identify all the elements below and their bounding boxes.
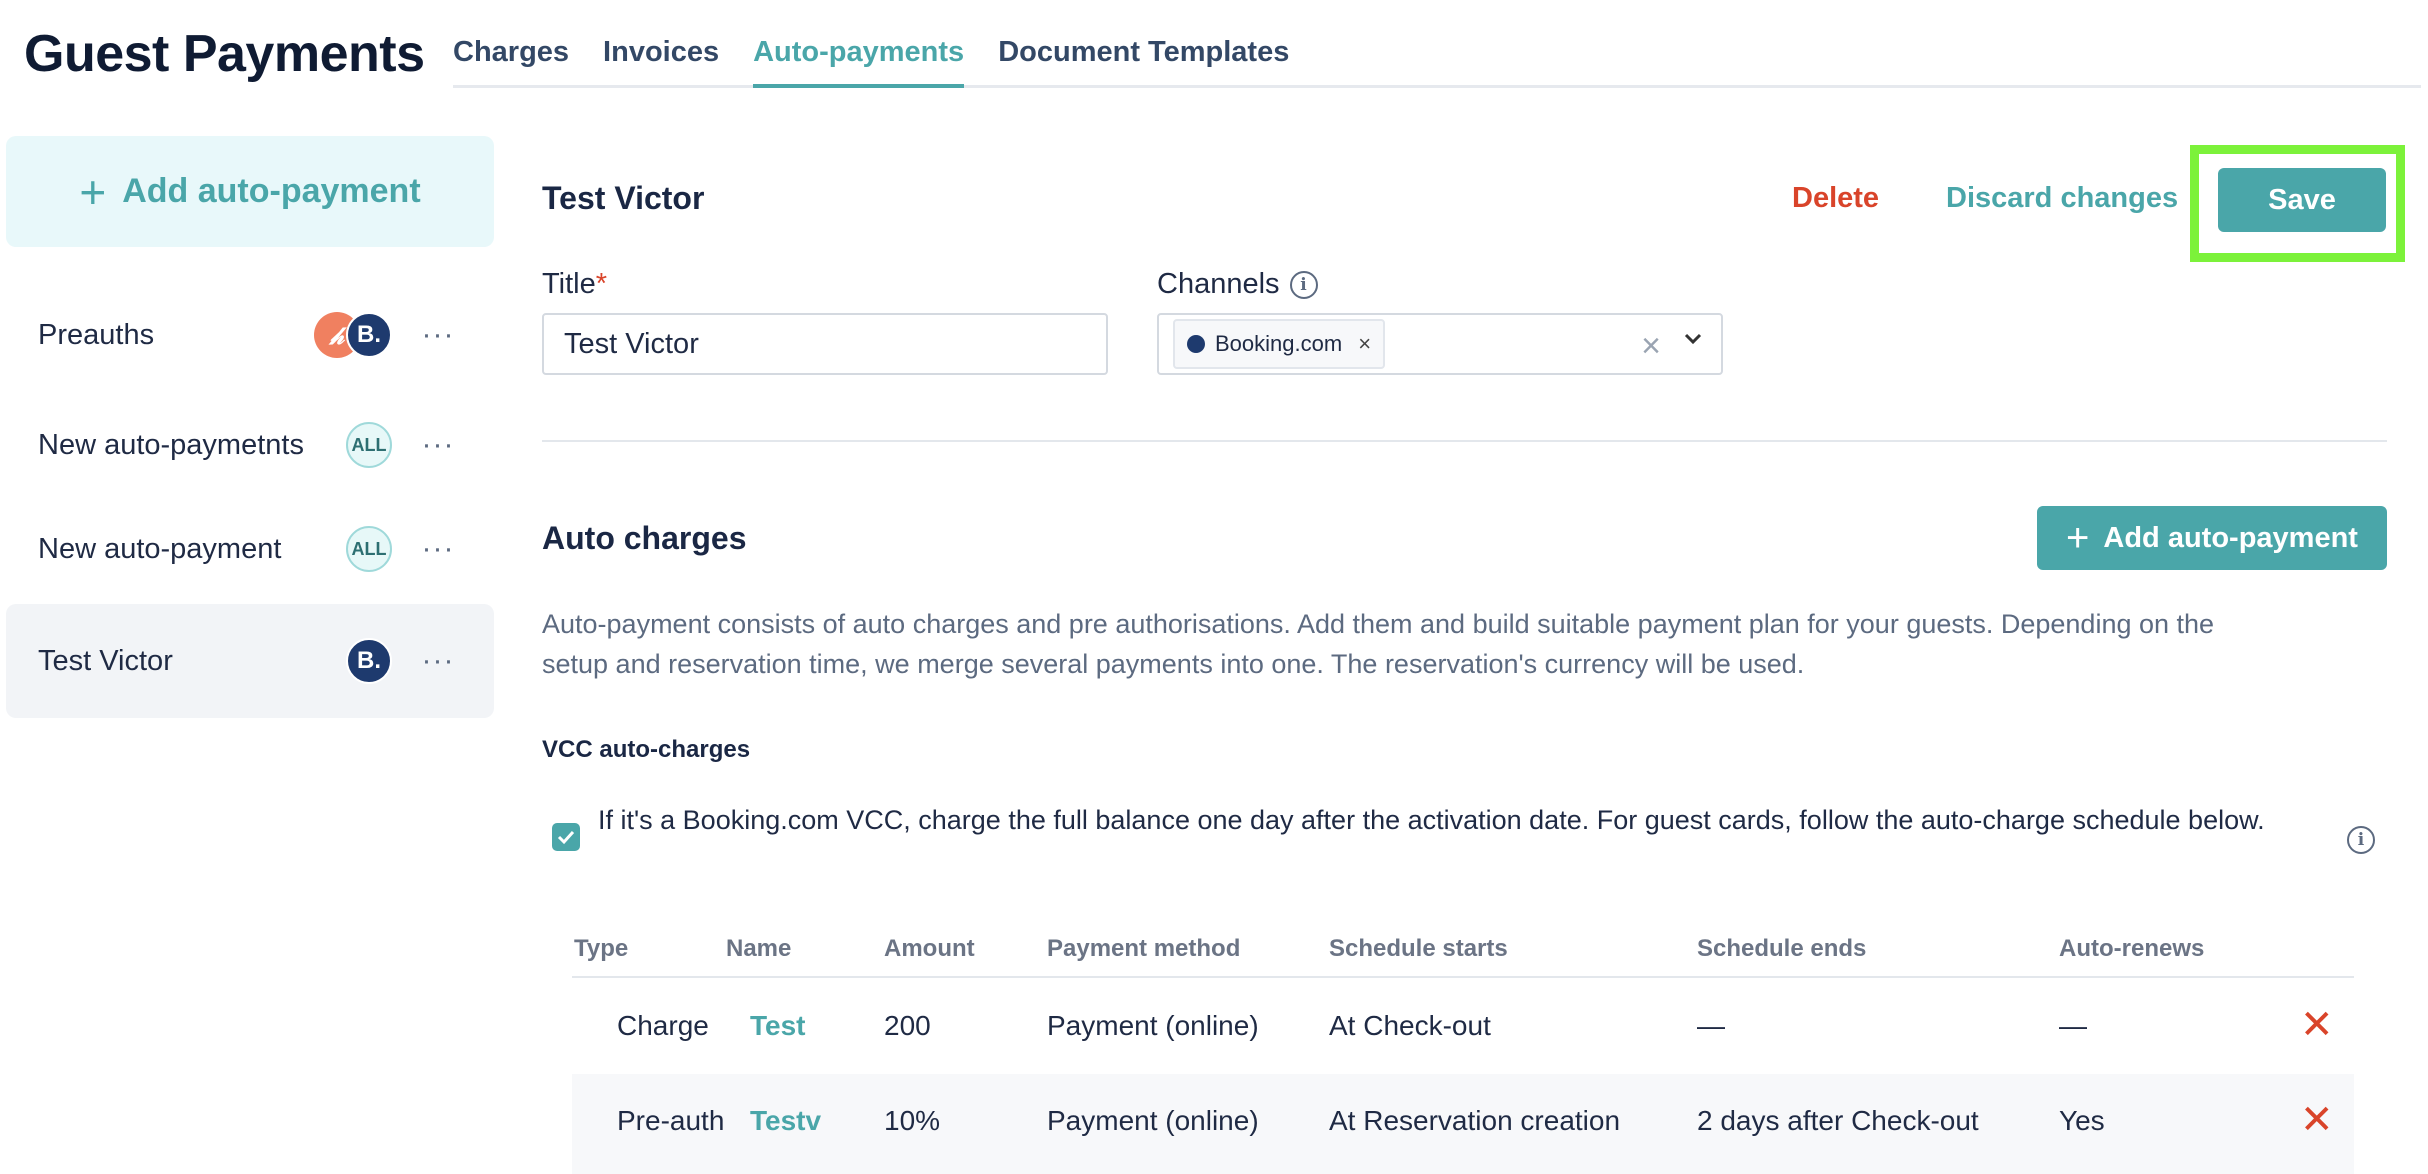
cell-schedule-ends: —	[1697, 1010, 1725, 1041]
vcc-checkbox-label: If it's a Booking.com VCC, charge the fu…	[598, 805, 2265, 835]
tab-invoices[interactable]: Invoices	[603, 30, 719, 88]
required-mark: *	[595, 268, 608, 300]
all-channels-badge-icon: ALL	[346, 422, 392, 468]
channels-label-text: Channels	[1157, 268, 1280, 300]
chip-label: Booking.com	[1215, 331, 1343, 356]
vcc-checkbox[interactable]	[552, 823, 580, 851]
more-dots-icon[interactable]: ···	[418, 428, 458, 462]
channel-chip-booking: Booking.com ×	[1173, 319, 1386, 369]
column-header-type: Type	[574, 935, 629, 962]
sidebar-item-new-auto-paymetnts[interactable]: New auto-paymetnts ALL ···	[6, 388, 494, 502]
channel-badges: ALL	[346, 526, 392, 572]
column-header-schedule-starts: Schedule starts	[1329, 935, 1508, 962]
channels-select[interactable]: Booking.com × ×	[1157, 313, 1723, 375]
auto-charges-title: Auto charges	[542, 520, 747, 556]
section-divider	[542, 440, 2387, 442]
add-auto-payment-label: Add auto-payment	[2103, 521, 2358, 554]
booking-badge-icon: B.	[346, 638, 392, 684]
tab-auto-payments[interactable]: Auto-payments	[753, 30, 965, 88]
cell-schedule-starts: At Reservation creation	[1329, 1105, 1621, 1136]
clear-icon[interactable]: ×	[1641, 327, 1661, 366]
delete-x-icon[interactable]: ✕	[2300, 1002, 2334, 1048]
auto-charges-description: Auto-payment consists of auto charges an…	[542, 609, 2215, 679]
sidebar-item-label: Test Victor	[38, 644, 173, 677]
plus-icon: +	[2066, 516, 2090, 560]
check-icon	[557, 830, 575, 845]
cell-type: Charge	[617, 1010, 709, 1041]
cell-amount: 10%	[884, 1105, 941, 1136]
discard-changes-button[interactable]: Discard changes	[1946, 182, 2178, 215]
sidebar-add-label: Add auto-payment	[122, 172, 421, 210]
cell-auto-renews: —	[2059, 1010, 2087, 1041]
more-dots-icon[interactable]: ···	[418, 532, 458, 566]
sidebar-add-auto-payment-button[interactable]: + Add auto-payment	[6, 136, 494, 247]
chevron-down-icon[interactable]	[1683, 329, 1703, 349]
title-field-label: Title*	[542, 268, 607, 301]
booking-dot-icon	[1187, 335, 1205, 353]
sidebar-item-preauths[interactable]: Preauths 𝒽 B. ···	[6, 278, 494, 392]
cell-payment-method: Payment (online)	[1047, 1105, 1259, 1136]
title-input-value: Test Victor	[564, 327, 699, 360]
tab-bar: Charges Invoices Auto-payments Document …	[453, 30, 2421, 88]
column-header-name: Name	[726, 935, 792, 962]
column-header-payment-method: Payment method	[1047, 935, 1241, 962]
vcc-title: VCC auto-charges	[542, 736, 751, 763]
tab-charges[interactable]: Charges	[453, 30, 569, 88]
add-auto-payment-button[interactable]: + Add auto-payment	[2037, 506, 2387, 570]
cell-payment-method: Payment (online)	[1047, 1010, 1259, 1041]
sidebar-item-test-victor[interactable]: Test Victor B. ···	[6, 604, 494, 718]
save-button[interactable]: Save	[2218, 168, 2386, 232]
cell-schedule-ends: 2 days after Check-out	[1697, 1105, 1979, 1136]
column-header-auto-renews: Auto-renews	[2059, 935, 2205, 962]
plus-icon: +	[79, 165, 107, 218]
cell-type: Pre-auth	[617, 1105, 725, 1136]
cell-schedule-starts: At Check-out	[1329, 1010, 1491, 1041]
sidebar-item-new-auto-payment[interactable]: New auto-payment ALL ···	[6, 492, 494, 606]
column-header-schedule-ends: Schedule ends	[1697, 935, 1867, 962]
chip-remove-icon[interactable]: ×	[1358, 331, 1371, 357]
page-title: Guest Payments	[24, 25, 425, 83]
info-icon[interactable]: i	[2347, 826, 2375, 854]
cell-name-link[interactable]: Testv	[750, 1105, 821, 1137]
more-dots-icon[interactable]: ···	[418, 318, 458, 352]
delete-x-icon[interactable]: ✕	[2300, 1097, 2334, 1143]
all-channels-badge-icon: ALL	[346, 526, 392, 572]
channel-badges: 𝒽 B.	[314, 312, 392, 358]
booking-badge-icon: B.	[346, 312, 392, 358]
auto-payment-title: Test Victor	[542, 180, 705, 216]
cell-amount: 200	[884, 1010, 931, 1041]
delete-button[interactable]: Delete	[1792, 182, 1879, 215]
tab-document-templates[interactable]: Document Templates	[998, 30, 1289, 88]
title-label-text: Title	[542, 268, 596, 300]
cell-name-link[interactable]: Test	[750, 1010, 806, 1042]
sidebar-item-label: New auto-paymetnts	[38, 428, 304, 461]
sidebar-item-label: Preauths	[38, 318, 155, 351]
sidebar-item-label: New auto-payment	[38, 532, 282, 565]
info-icon[interactable]: i	[1289, 270, 1318, 299]
channel-badges: B.	[346, 638, 392, 684]
cell-auto-renews: Yes	[2059, 1105, 2105, 1136]
channel-badges: ALL	[346, 422, 392, 468]
more-dots-icon[interactable]: ···	[418, 644, 458, 678]
channels-field-label: Channels i	[1157, 268, 1318, 301]
column-header-amount: Amount	[884, 935, 975, 962]
title-input[interactable]: Test Victor	[542, 313, 1108, 375]
